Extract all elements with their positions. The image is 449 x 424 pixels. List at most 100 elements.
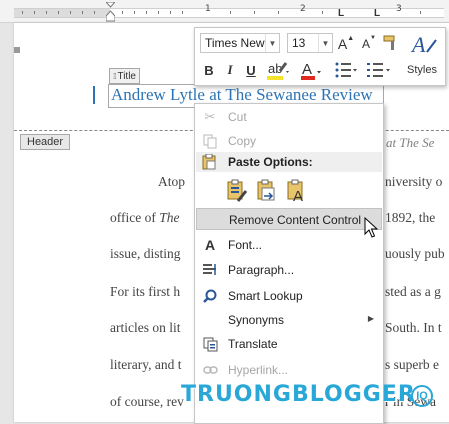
- body-text-line[interactable]: of course, rev: [110, 394, 184, 410]
- menu-item-cut[interactable]: ✂ Cut: [196, 106, 382, 128]
- menu-item-label: Paragraph...: [228, 263, 295, 277]
- mini-toolbar: Times New Ro ▼ 13 ▼ A ▲ A ▼ A B I U ab A…: [194, 27, 446, 86]
- ruler-tick: [146, 11, 147, 14]
- ruler-margin: [14, 8, 110, 18]
- menu-item-translate[interactable]: Translate: [196, 333, 382, 355]
- body-text-line[interactable]: niversity o: [385, 174, 442, 190]
- header-text[interactable]: at The Se: [386, 135, 434, 151]
- ruler-tab-stop[interactable]: L: [338, 8, 344, 19]
- menu-item-font[interactable]: A Font...: [196, 234, 382, 256]
- ruler-tick: [34, 11, 35, 14]
- ruler-tick: [58, 11, 59, 14]
- paste-keep-source-button[interactable]: [225, 178, 249, 204]
- submenu-arrow-icon: ▶: [367, 314, 374, 323]
- body-text-line[interactable]: For its first h: [110, 284, 180, 300]
- paste-options-label: Paste Options:: [228, 155, 313, 169]
- link-icon: [202, 362, 218, 378]
- scissors-icon: ✂: [204, 109, 216, 124]
- drag-grip-icon[interactable]: ⁞⁞: [113, 72, 117, 81]
- ruler-tick: [82, 11, 83, 14]
- ruler-number: 3: [396, 4, 402, 14]
- font-color-icon: A: [301, 61, 321, 80]
- caret-down-icon: ▼: [370, 35, 376, 41]
- highlighter-icon: ab: [267, 61, 289, 80]
- menu-item-copy[interactable]: Copy: [196, 130, 382, 152]
- ruler-tick: [158, 11, 159, 14]
- menu-item-label: Translate: [228, 337, 278, 351]
- chevron-down-icon[interactable]: ▼: [318, 34, 332, 52]
- ruler-tick: [322, 11, 323, 14]
- shrink-font-button[interactable]: A ▼: [361, 35, 377, 53]
- ruler-tick: [182, 11, 183, 14]
- menu-item-paragraph[interactable]: Paragraph...: [196, 259, 382, 281]
- underline-button[interactable]: U: [243, 61, 259, 79]
- ruler-tick: [254, 11, 255, 14]
- body-text-line[interactable]: issue, disting: [110, 246, 181, 262]
- paste-merge-format-icon: [257, 179, 275, 201]
- body-text-line[interactable]: uously pub: [385, 246, 445, 262]
- bold-button[interactable]: B: [201, 61, 217, 79]
- body-text-line[interactable]: Atop: [158, 174, 185, 190]
- body-text-line[interactable]: s superb e: [385, 357, 439, 373]
- context-menu: ✂ Cut Copy Paste Options: A Remove Conte…: [194, 103, 384, 424]
- format-painter-button[interactable]: [381, 33, 401, 53]
- content-control-tag[interactable]: ⁞⁞ Title: [109, 68, 140, 84]
- mouse-pointer-icon: [364, 217, 378, 238]
- menu-item-label: Remove Content Control: [229, 213, 362, 227]
- ruler-tab-stop[interactable]: L: [374, 8, 380, 19]
- italic-button[interactable]: I: [222, 61, 238, 79]
- content-control-tag-label: Title: [117, 70, 136, 82]
- menu-item-remove-content-control[interactable]: Remove Content Control: [196, 208, 382, 230]
- font-size-value: 13: [292, 36, 306, 50]
- chevron-down-icon[interactable]: ▼: [265, 34, 279, 52]
- format-painter-icon: [383, 35, 395, 50]
- grow-font-button[interactable]: A ▲: [338, 35, 354, 53]
- body-text-line[interactable]: office of The: [110, 210, 179, 226]
- highlight-button[interactable]: ab: [265, 59, 293, 81]
- svg-text:A: A: [410, 32, 426, 57]
- menu-item-label: Font...: [228, 238, 263, 252]
- font-icon: A: [204, 237, 216, 253]
- menu-item-label: Smart Lookup: [228, 289, 303, 303]
- margin-corner-mark: [14, 47, 20, 53]
- bullets-button[interactable]: [333, 59, 359, 81]
- document-title[interactable]: Andrew Lytle at The Sewanee Review: [111, 85, 373, 105]
- styles-label[interactable]: Styles: [407, 64, 437, 76]
- ruler-tick: [420, 11, 421, 14]
- paste-merge-format-button[interactable]: [255, 178, 279, 204]
- numbering-button[interactable]: [365, 59, 393, 81]
- menu-item-label: Hyperlink...: [228, 363, 289, 377]
- menu-item-label: Cut: [228, 110, 247, 124]
- copy-icon: [202, 133, 218, 149]
- bullet-list-icon: [335, 62, 357, 78]
- font-name-box[interactable]: Times New Ro ▼: [200, 33, 280, 53]
- paste-options-header: Paste Options:: [196, 152, 382, 172]
- svg-text:A: A: [293, 188, 303, 203]
- watermark-logo-icon: IQ: [411, 385, 433, 407]
- paste-text-only-button[interactable]: A: [285, 178, 309, 204]
- search-icon: [202, 288, 218, 304]
- body-text-line[interactable]: 1892, the: [385, 210, 435, 226]
- header-tag[interactable]: Header: [20, 134, 71, 150]
- menu-item-hyperlink[interactable]: Hyperlink...: [196, 359, 382, 381]
- watermark-text: TRUONGBLOGGER: [181, 382, 416, 407]
- body-text-line[interactable]: South. In t: [385, 320, 442, 336]
- ruler-number: 1: [205, 4, 211, 14]
- menu-item-synonyms[interactable]: Synonyms ▶: [196, 309, 382, 331]
- horizontal-ruler[interactable]: 1 2 L L 3: [0, 0, 449, 23]
- font-color-button[interactable]: A: [299, 59, 325, 81]
- ruler-tick: [170, 11, 171, 14]
- body-text-line[interactable]: articles on lit: [110, 320, 180, 336]
- menu-item-smart-lookup[interactable]: Smart Lookup: [196, 285, 382, 307]
- ruler-tick: [230, 11, 231, 14]
- grow-font-icon: A: [337, 36, 348, 52]
- shrink-font-icon: A: [362, 37, 371, 51]
- ruler-number: 2: [300, 4, 306, 14]
- paragraph-icon: [202, 262, 218, 278]
- styles-button[interactable]: A: [408, 31, 440, 59]
- font-size-box[interactable]: 13 ▼: [287, 33, 333, 53]
- body-text-line[interactable]: literary, and t: [110, 357, 181, 373]
- body-text-line[interactable]: sted as a g: [385, 284, 441, 300]
- indent-marker-icon[interactable]: [106, 2, 115, 22]
- ruler-tick: [134, 11, 135, 14]
